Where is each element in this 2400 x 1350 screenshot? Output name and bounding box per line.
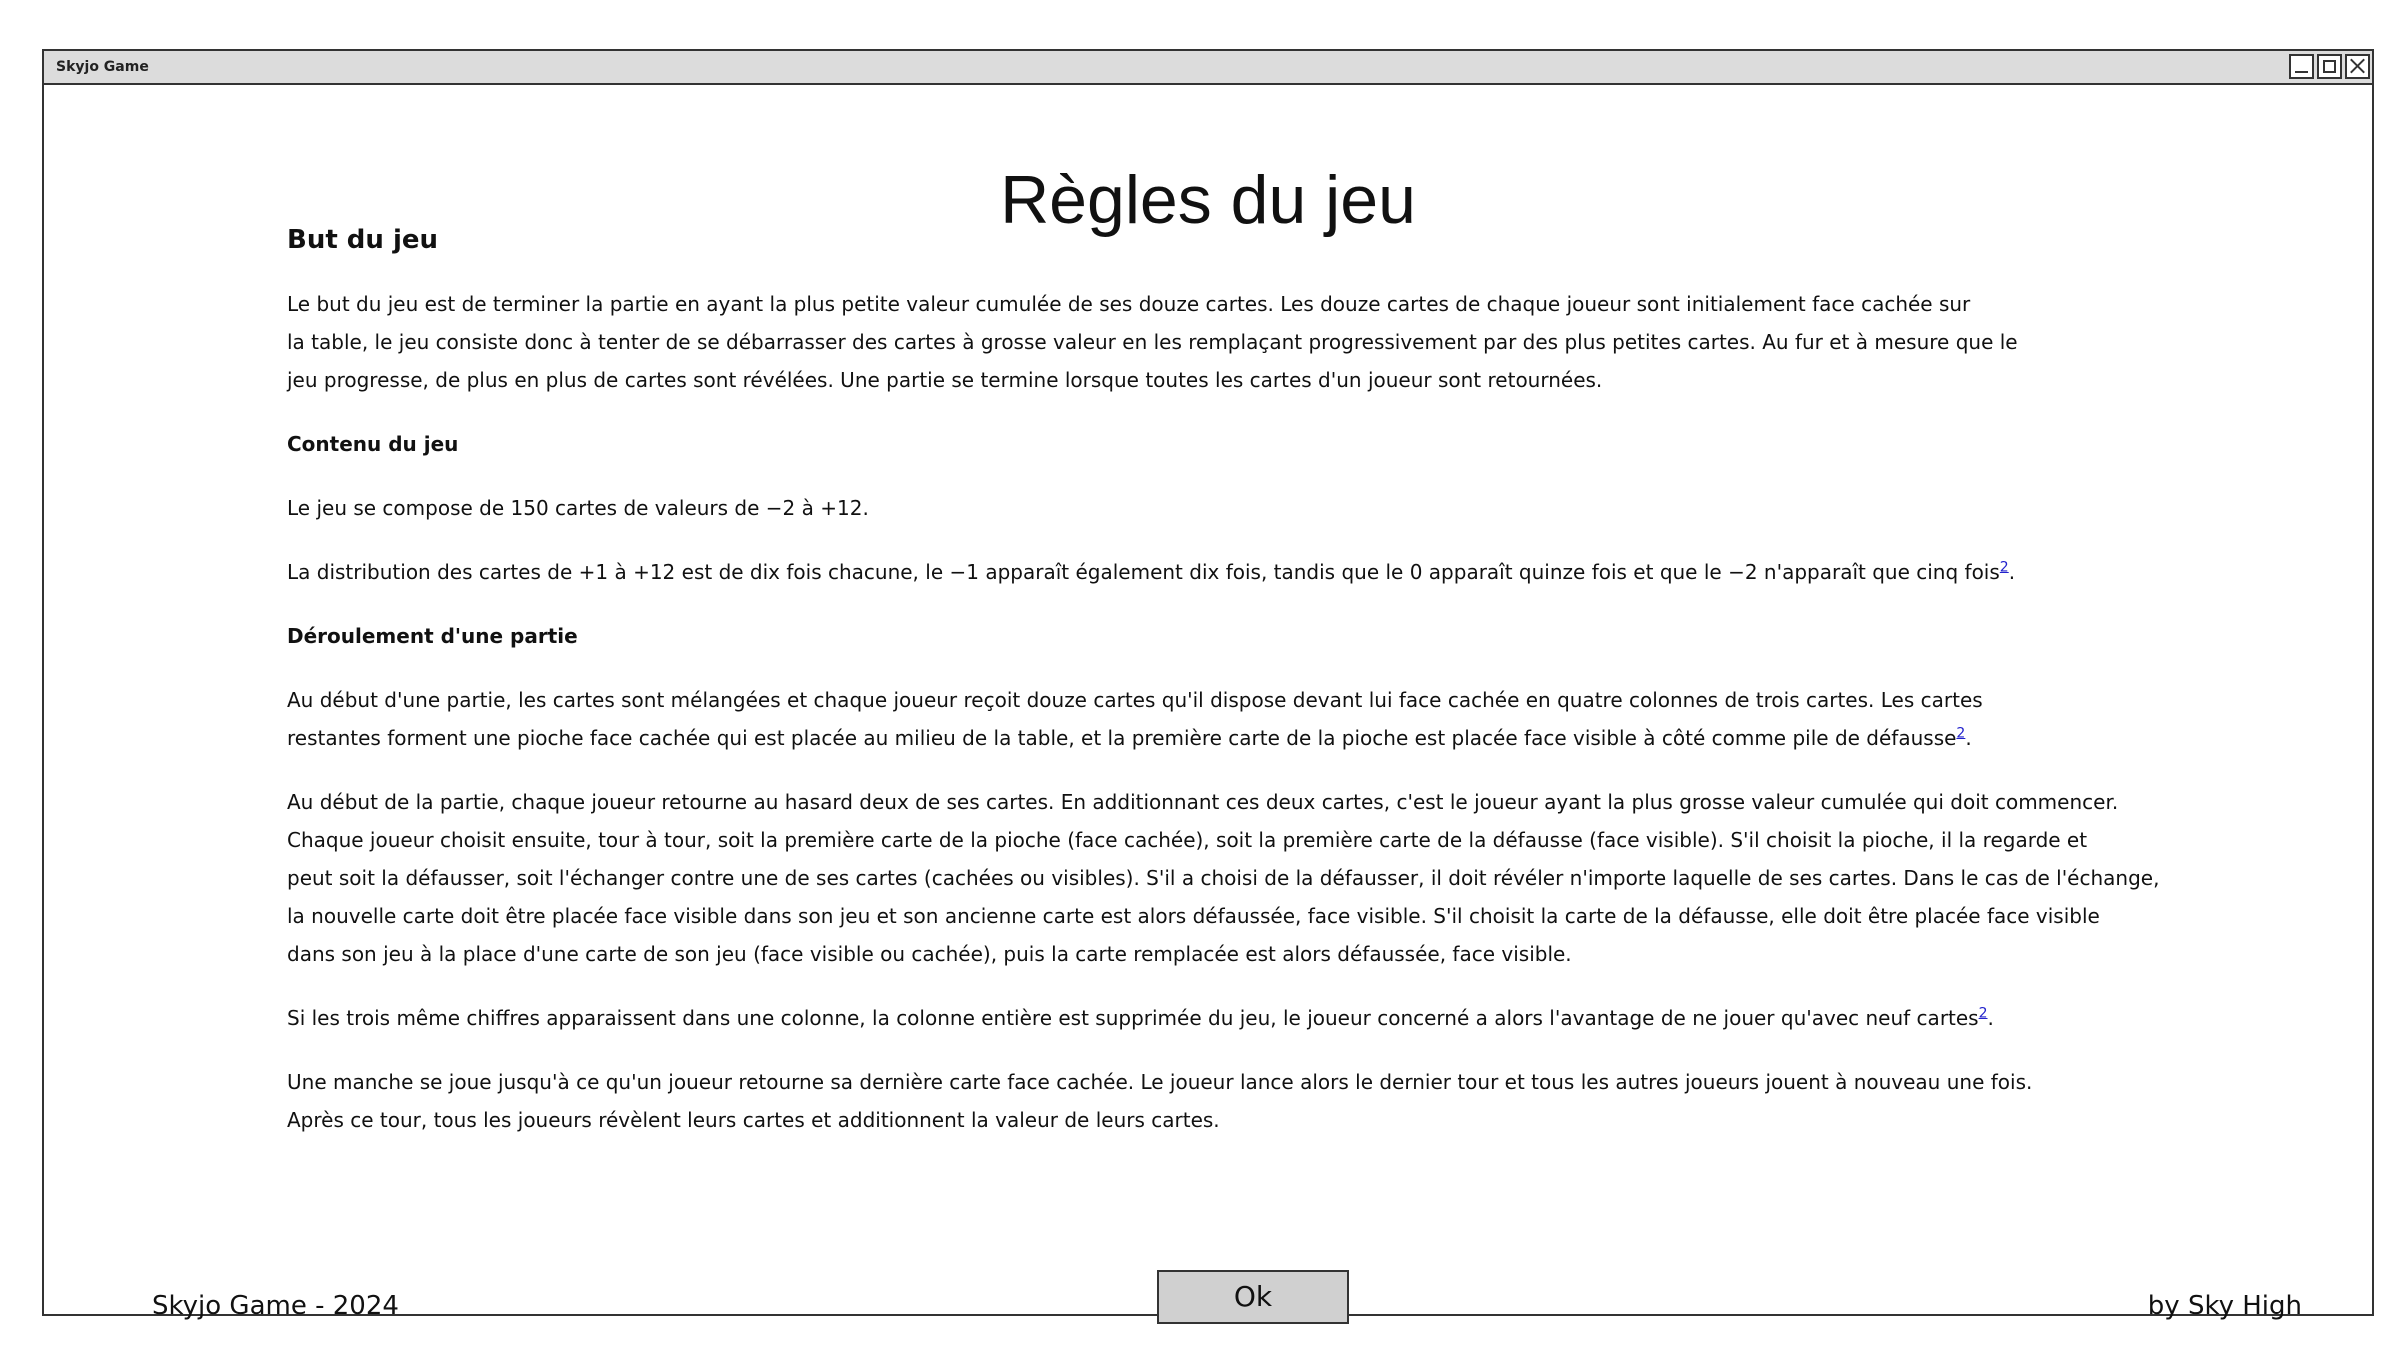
paragraph-but: Le but du jeu est de terminer la partie …	[287, 292, 2018, 392]
footer-copyright: Skyjo Game - 2024	[152, 1291, 399, 1321]
section-heading-but: But du jeu	[287, 225, 439, 255]
close-icon[interactable]	[2345, 54, 2370, 79]
section-heading-contenu: Contenu du jeu	[287, 432, 459, 456]
paragraph-deroulement-3-text: Si les trois même chiffres apparaissent …	[287, 1006, 1979, 1030]
paragraph-contenu-2-text: La distribution des cartes de +1 à +12 e…	[287, 560, 2000, 584]
app-window: Skyjo Game Règles du jeu But du jeu Le b…	[42, 49, 2374, 1324]
paragraph-contenu-1: Le jeu se compose de 150 cartes de valeu…	[287, 496, 869, 520]
period: .	[2008, 560, 2016, 584]
rules-content: But du jeu Le but du jeu est de terminer…	[287, 221, 2187, 1165]
footer-author: by Sky High	[2147, 1291, 2302, 1321]
window-title: Skyjo Game	[56, 59, 149, 75]
paragraph-deroulement-3: Si les trois même chiffres apparaissent …	[287, 999, 2187, 1037]
paragraph-deroulement-2: Au début de la partie, chaque joueur ret…	[287, 790, 2160, 966]
paragraph-deroulement-4: Une manche se joue jusqu'à ce qu'un joue…	[287, 1070, 2033, 1132]
footnote-link[interactable]: 2	[1979, 1005, 1988, 1021]
paragraph-deroulement-1: Au début d'une partie, les cartes sont m…	[287, 681, 2187, 757]
footnote-link[interactable]: 2	[2000, 559, 2009, 575]
minimize-icon[interactable]	[2289, 54, 2314, 79]
section-heading-deroulement: Déroulement d'une partie	[287, 624, 578, 648]
ok-button[interactable]: Ok	[1157, 1270, 1349, 1324]
paragraph-contenu-2: La distribution des cartes de +1 à +12 e…	[287, 553, 2187, 591]
footnote-link[interactable]: 2	[1956, 725, 1965, 741]
period: .	[1987, 1006, 1994, 1030]
window-controls	[2289, 54, 2370, 79]
maximize-icon[interactable]	[2317, 54, 2342, 79]
title-bar[interactable]: Skyjo Game	[44, 51, 2372, 85]
paragraph-deroulement-1-text: Au début d'une partie, les cartes sont m…	[287, 688, 1983, 750]
period: .	[1965, 726, 1972, 750]
